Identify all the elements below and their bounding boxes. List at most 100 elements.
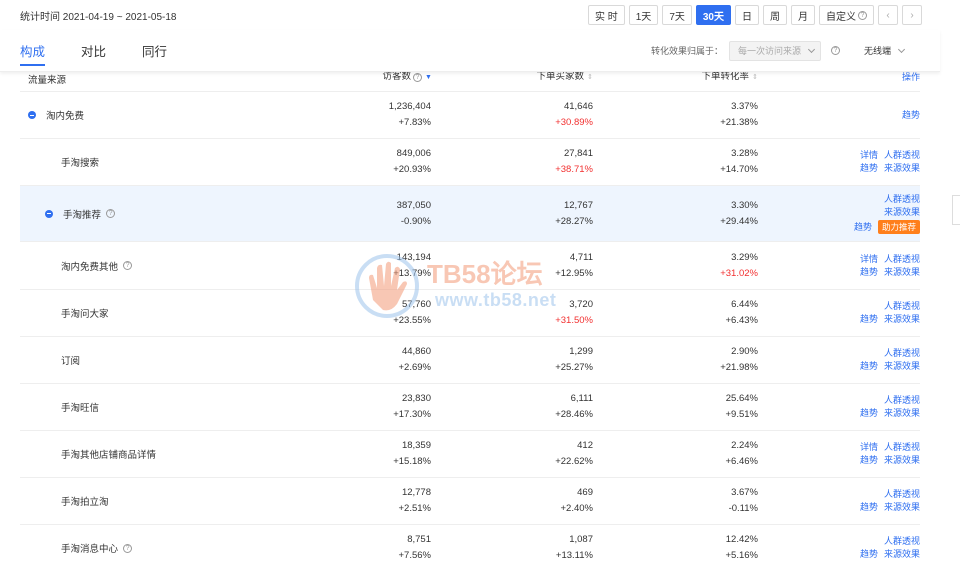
col-visitors-header[interactable]: 访客数? ▼: [315, 71, 432, 83]
op-link[interactable]: 来源效果: [884, 501, 920, 514]
rate-value: 2.90%: [731, 346, 758, 357]
visitors-cell: 12,778 +2.51%: [315, 485, 432, 517]
op-link[interactable]: 来源效果: [884, 407, 920, 420]
op-link[interactable]: 来源效果: [884, 454, 920, 467]
source-cell: 手淘问大家: [20, 306, 315, 320]
time-month-button[interactable]: 月: [791, 5, 815, 25]
rate-delta: +21.38%: [720, 117, 758, 128]
buyers-value: 6,111: [570, 393, 593, 404]
op-link[interactable]: 来源效果: [884, 206, 920, 219]
op-link[interactable]: 人群透视: [884, 441, 920, 454]
source-cell: 淘内免费其他?: [20, 259, 315, 273]
op-link[interactable]: 人群透视: [884, 149, 920, 162]
rate-value: 12.42%: [725, 534, 758, 545]
buyers-cell: 12,767 +28.27%: [431, 198, 593, 230]
rate-cell: 3.67% -0.11%: [593, 485, 758, 517]
visitors-value: 1,236,404: [388, 101, 431, 112]
attribution-area: 转化效果归属于： 每一次访问来源 ? 无线端: [651, 40, 910, 61]
op-link[interactable]: 来源效果: [884, 162, 920, 175]
source-name: 手淘消息中心: [61, 544, 119, 555]
attribution-select[interactable]: 每一次访问来源: [728, 40, 821, 61]
op-link[interactable]: 趋势: [860, 501, 878, 514]
table-row: 手淘搜索 849,006 +20.93% 27,841 +38.71% 3.28% +14.…: [20, 139, 920, 186]
op-link[interactable]: 来源效果: [884, 360, 920, 373]
side-panel-handle[interactable]: [952, 195, 960, 225]
buyers-value: 27,841: [563, 148, 593, 159]
op-link[interactable]: 趋势: [860, 407, 878, 420]
next-period-button[interactable]: ›: [902, 5, 922, 25]
rate-delta: +5.16%: [725, 550, 759, 561]
op-link[interactable]: 人群透视: [884, 193, 920, 206]
help-icon: ?: [123, 543, 133, 553]
visitors-cell: 849,006 +20.93%: [315, 146, 431, 178]
time-custom-button[interactable]: 自定义?: [819, 5, 874, 25]
time-realtime-button[interactable]: 实 时: [587, 5, 625, 25]
source-name: 手淘其他店铺商品详情: [61, 450, 157, 461]
table-row: 手淘问大家 57,760 +23.55% 3,720 +31.50% 6.44% +6.43…: [20, 290, 920, 337]
tab-peers[interactable]: 同行: [142, 30, 167, 72]
rate-delta: +6.46%: [725, 456, 759, 467]
op-link[interactable]: 详情: [860, 441, 878, 454]
chevron-left-icon: ‹: [886, 9, 890, 21]
visitors-value: 57,760: [401, 299, 431, 310]
visitors-value: 8,751: [407, 534, 431, 545]
op-link[interactable]: 趋势: [860, 162, 878, 175]
buyers-cell: 6,111 +28.46%: [431, 391, 593, 423]
visitors-delta: -0.90%: [400, 215, 431, 227]
boost-recommend-badge[interactable]: 助力推荐: [877, 220, 920, 234]
op-link[interactable]: 人群透视: [884, 535, 920, 548]
visitors-cell: 57,760 +23.55%: [315, 297, 431, 329]
op-link[interactable]: 人群透视: [884, 347, 920, 360]
op-link[interactable]: 详情: [860, 149, 878, 162]
op-link[interactable]: 人群透视: [884, 300, 920, 313]
visitors-cell: 387,050 -0.90%: [315, 198, 431, 230]
collapse-icon[interactable]: [28, 111, 36, 119]
device-select[interactable]: 无线端: [855, 40, 910, 61]
time-week-button[interactable]: 周: [763, 5, 787, 25]
op-link[interactable]: 人群透视: [884, 394, 920, 407]
ops-cell: 详情 趋势 人群透视 来源效果: [758, 253, 920, 279]
op-link[interactable]: 详情: [860, 253, 878, 266]
tab-compare[interactable]: 对比: [81, 30, 106, 72]
op-link[interactable]: 来源效果: [884, 313, 920, 326]
op-link[interactable]: 来源效果: [884, 548, 920, 561]
time-1d-button[interactable]: 1天: [628, 5, 659, 25]
stat-time: 统计时间 2021-04-19 ~ 2021-05-18: [20, 11, 177, 23]
time-custom-label: 自定义: [826, 11, 856, 23]
time-7d-button[interactable]: 7天: [662, 5, 692, 25]
prev-period-button[interactable]: ‹: [878, 5, 898, 25]
help-icon[interactable]: ?: [830, 46, 840, 55]
op-link[interactable]: 来源效果: [884, 266, 920, 279]
buyers-delta: +31.50%: [555, 315, 593, 326]
op-link[interactable]: 人群透视: [884, 253, 920, 266]
op-link[interactable]: 趋势: [860, 266, 878, 279]
table-header: 流量来源 访客数? ▼ 下单买家数 ⇕ 下单转化率 ⇕ 操作: [20, 72, 920, 92]
rate-cell: 6.44% +6.43%: [593, 297, 759, 329]
op-link[interactable]: 趋势: [860, 548, 878, 561]
col-buyers-header[interactable]: 下单买家数 ⇕: [431, 72, 593, 83]
visitors-delta: +17.30%: [393, 409, 431, 420]
collapse-icon[interactable]: [45, 209, 53, 218]
time-day-button[interactable]: 日: [735, 5, 759, 25]
op-link[interactable]: 趋势: [854, 221, 872, 234]
col-rate-header[interactable]: 下单转化率 ⇕: [593, 72, 758, 83]
op-link[interactable]: 趋势: [860, 313, 878, 326]
tab-composition[interactable]: 构成: [20, 30, 46, 72]
col-visitors-label: 访客数: [382, 71, 411, 82]
source-name: 订阅: [61, 356, 81, 367]
ops-cell: 趋势 人群透视 来源效果: [758, 535, 920, 561]
rate-value: 3.30%: [731, 199, 758, 211]
rate-delta: +6.43%: [725, 315, 759, 326]
rate-value: 3.67%: [731, 487, 758, 498]
rate-delta: +21.98%: [720, 362, 758, 373]
op-link[interactable]: 趋势: [902, 109, 920, 122]
source-cell: 订阅: [20, 353, 315, 367]
op-link[interactable]: 人群透视: [884, 488, 920, 501]
op-link[interactable]: 趋势: [860, 454, 878, 467]
chevron-right-icon: ›: [910, 9, 914, 21]
time-30d-button[interactable]: 30天: [695, 5, 731, 25]
visitors-delta: +13.79%: [393, 267, 431, 279]
rate-cell: 2.90% +21.98%: [593, 344, 758, 376]
source-cell: 手淘消息中心?: [20, 541, 315, 555]
op-link[interactable]: 趋势: [860, 360, 878, 373]
